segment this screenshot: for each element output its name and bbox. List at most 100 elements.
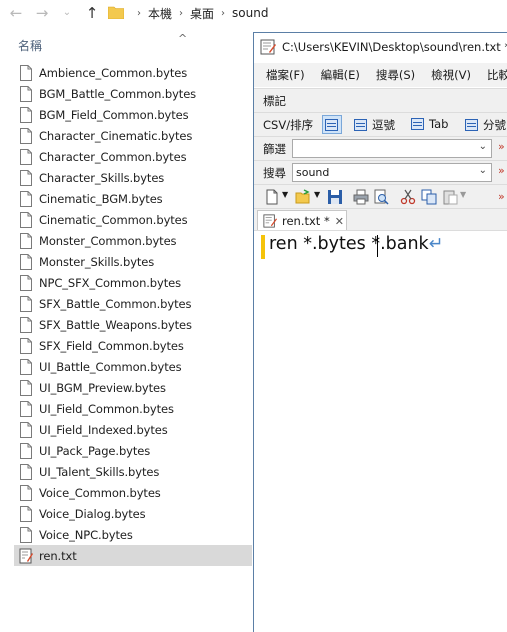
new-file-icon[interactable] (264, 189, 280, 205)
file-list-item[interactable]: Character_Skills.bytes (14, 167, 252, 188)
file-list-item[interactable]: Character_Cinematic.bytes (14, 125, 252, 146)
title-bar: C:\Users\KEVIN\Desktop\sound\ren.txt * (254, 33, 507, 60)
up-arrow-icon[interactable]: ↑ (82, 3, 102, 23)
file-name: Cinematic_Common.bytes (39, 212, 188, 227)
menu-search[interactable]: 搜尋(S) (376, 67, 415, 83)
standard-toolbar: ▼ ▼ ▼ » (254, 184, 507, 208)
editor-app-icon (260, 39, 276, 54)
paste-icon[interactable] (442, 189, 458, 205)
text-file-icon (263, 214, 277, 228)
close-icon[interactable]: ✕ (335, 215, 344, 228)
file-icon (20, 379, 32, 396)
file-icon (20, 484, 32, 501)
csv-tab-button[interactable]: Tab (411, 117, 448, 131)
document-tab[interactable]: ren.txt * ✕ (257, 210, 347, 231)
copy-icon[interactable] (421, 189, 437, 205)
chevron-down-icon[interactable]: ⌄ (479, 141, 487, 152)
file-icon (20, 316, 32, 333)
back-arrow-icon[interactable]: ← (6, 3, 26, 23)
csv-semicolon-button[interactable]: 分號 (465, 117, 506, 133)
menu-edit[interactable]: 編輯(E) (321, 67, 360, 83)
breadcrumb-item-this-pc[interactable]: 本機 (148, 5, 172, 22)
more-options-icon[interactable]: » (498, 190, 505, 203)
file-icon (20, 463, 32, 480)
file-list-item[interactable]: ren.txt (14, 545, 252, 566)
file-name: Character_Common.bytes (39, 149, 187, 164)
file-list-item[interactable]: SFX_Field_Common.bytes (14, 335, 252, 356)
file-name: Voice_Dialog.bytes (39, 506, 146, 521)
file-list-item[interactable]: Cinematic_BGM.bytes (14, 188, 252, 209)
breadcrumb-chevron-icon: › (137, 7, 141, 19)
menu-file[interactable]: 檔案(F) (266, 67, 305, 83)
file-icon (20, 148, 32, 165)
text-line[interactable]: ren *.bytes *.bank↵ (269, 234, 443, 254)
file-list-item[interactable]: SFX_Battle_Common.bytes (14, 293, 252, 314)
cut-icon[interactable] (400, 189, 416, 205)
file-name: SFX_Battle_Weapons.bytes (39, 317, 192, 332)
print-preview-icon[interactable] (373, 189, 389, 205)
folder-icon (108, 6, 124, 19)
file-icon (20, 358, 32, 375)
dropdown-arrow-icon[interactable]: ▼ (282, 190, 288, 199)
csv-toolbar-label: CSV/排序 (263, 118, 314, 132)
file-list-item[interactable]: Monster_Skills.bytes (14, 251, 252, 272)
file-list-item[interactable]: Voice_Dialog.bytes (14, 503, 252, 524)
file-icon (20, 337, 32, 354)
more-options-icon[interactable]: » (498, 164, 505, 177)
search-input[interactable]: sound ⌄ (292, 163, 492, 182)
csv-comma-label: 逗號 (372, 118, 395, 132)
file-name: UI_Talent_Skills.bytes (39, 464, 160, 479)
csv-comma-button[interactable]: 逗號 (354, 117, 395, 133)
breadcrumb-item-sound[interactable]: sound (232, 6, 268, 20)
file-list-item[interactable]: Character_Common.bytes (14, 146, 252, 167)
file-list-item[interactable]: UI_Talent_Skills.bytes (14, 461, 252, 482)
filter-input[interactable]: ⌄ (292, 139, 492, 158)
file-list-item[interactable]: UI_Battle_Common.bytes (14, 356, 252, 377)
file-name: Monster_Skills.bytes (39, 254, 155, 269)
chevron-down-icon[interactable]: ⌄ (479, 165, 487, 176)
document-tab-label: ren.txt * (282, 214, 330, 228)
file-list-item[interactable]: Voice_NPC.bytes (14, 524, 252, 545)
breadcrumb-item-desktop[interactable]: 桌面 (190, 5, 214, 22)
save-icon[interactable] (327, 189, 343, 205)
open-folder-icon[interactable] (295, 189, 311, 205)
file-icon (20, 295, 32, 312)
file-name: UI_Pack_Page.bytes (39, 443, 151, 458)
window-title: C:\Users\KEVIN\Desktop\sound\ren.txt * (282, 39, 507, 54)
file-list-item[interactable]: BGM_Field_Common.bytes (14, 104, 252, 125)
dropdown-arrow-icon[interactable]: ▼ (460, 190, 466, 199)
search-input-value: sound (296, 166, 330, 179)
more-options-icon[interactable]: » (498, 140, 505, 153)
recent-locations-chevron-icon[interactable]: ⌄ (57, 3, 77, 23)
text-editing-area[interactable]: ren *.bytes *.bank↵ (254, 230, 507, 632)
forward-arrow-icon[interactable]: → (32, 3, 52, 23)
filter-label: 篩選 (263, 142, 286, 156)
file-name: UI_BGM_Preview.bytes (39, 380, 166, 395)
dropdown-arrow-icon[interactable]: ▼ (314, 190, 320, 199)
file-list-item[interactable]: UI_Field_Common.bytes (14, 398, 252, 419)
file-list-item[interactable]: Cinematic_Common.bytes (14, 209, 252, 230)
file-list-item[interactable]: Voice_Common.bytes (14, 482, 252, 503)
file-icon (20, 190, 32, 207)
file-list-item[interactable]: NPC_SFX_Common.bytes (14, 272, 252, 293)
file-name: Voice_NPC.bytes (39, 527, 133, 542)
file-list-item[interactable]: Ambience_Common.bytes (14, 62, 252, 83)
file-list-item[interactable]: UI_Field_Indexed.bytes (14, 419, 252, 440)
text-caret (377, 235, 378, 257)
menu-compare[interactable]: 比較 (487, 67, 507, 83)
file-name: Monster_Common.bytes (39, 233, 177, 248)
menu-bar: 檔案(F) 編輯(E) 搜尋(S) 檢視(V) 比較 (254, 63, 507, 87)
file-list-item[interactable]: SFX_Battle_Weapons.bytes (14, 314, 252, 335)
print-icon[interactable] (353, 189, 369, 205)
file-icon (20, 232, 32, 249)
file-list-item[interactable]: Monster_Common.bytes (14, 230, 252, 251)
menu-view[interactable]: 檢視(V) (431, 67, 471, 83)
file-list-item[interactable]: UI_Pack_Page.bytes (14, 440, 252, 461)
csv-toolbar: CSV/排序 逗號 Tab 分號 (254, 112, 507, 136)
file-name: Cinematic_BGM.bytes (39, 191, 163, 206)
file-icon (20, 85, 32, 102)
column-header-name[interactable]: 名稱 ^ (0, 32, 250, 58)
file-list-item[interactable]: UI_BGM_Preview.bytes (14, 377, 252, 398)
file-icon (20, 169, 32, 186)
file-list-item[interactable]: BGM_Battle_Common.bytes (14, 83, 252, 104)
